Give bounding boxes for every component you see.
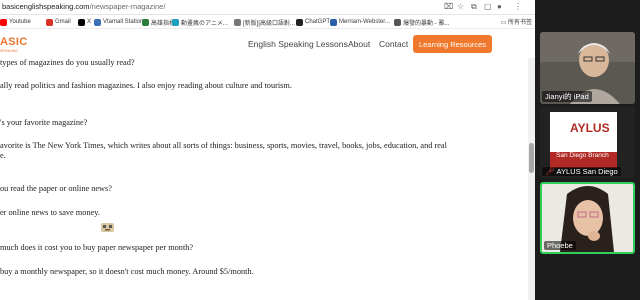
answer-line: ally read politics and fashion magazines… <box>0 81 292 90</box>
url-domain: basicenglishspeaking.com <box>2 2 90 11</box>
answer-line: buy a monthly newspaper, so it doesn't c… <box>0 267 254 276</box>
bookmark-label: X <box>87 19 92 25</box>
x-icon <box>78 18 85 26</box>
kaohsiung-icon <box>142 18 149 26</box>
bookmark-item[interactable]: 動畫瘋のアニメ... <box>172 17 228 27</box>
bookmarks-bar: Youtube Gmail X Vtamall Station 高雄指標 動畫瘋… <box>0 15 535 29</box>
answer-line: avorite is The New York Times, which wri… <box>0 141 447 150</box>
star-icon[interactable]: ☆ <box>457 2 464 12</box>
page-scrollbar[interactable] <box>528 58 535 300</box>
merriam-webster-icon <box>330 18 337 26</box>
bookmark-item[interactable]: ChatGPT <box>296 17 330 27</box>
participant-tile[interactable]: AYLUS San Diego Branch 🎤︎ AYLUS San Diego <box>540 106 635 178</box>
youtube-icon <box>0 18 7 26</box>
bookmark-label: [新版][高級口語對... <box>243 20 296 27</box>
emoji-icon <box>101 223 114 232</box>
bookmark-label: Vtamall Station <box>103 19 144 25</box>
bookmark-item[interactable]: Merriam-Webster... <box>330 17 390 27</box>
learning-resources-button[interactable]: Learning Resources <box>413 35 492 53</box>
bookmark-label: 爆發的暴動 - 雅... <box>403 20 450 27</box>
bookmark-item[interactable]: Gmail <box>46 17 71 27</box>
question-line: 's your favorite magazine? <box>0 118 88 127</box>
scrollbar-thumb[interactable] <box>529 143 534 173</box>
nav-english-speaking-lessons[interactable]: English Speaking Lessons <box>248 39 348 49</box>
bookmark-side-icon[interactable]: ▢ <box>484 2 492 12</box>
profile-icon[interactable]: ● <box>497 2 502 12</box>
translate-icon[interactable]: ⌧ <box>444 2 453 12</box>
answer-line: er online news to save money. <box>0 208 100 217</box>
extensions-icon[interactable]: ⧉ <box>471 2 477 12</box>
bookmark-label: Youtube <box>9 19 31 25</box>
doc-icon <box>234 18 241 26</box>
all-bookmarks-label: 所有书签 <box>507 20 532 26</box>
address-bar[interactable]: basicenglishspeaking.com/newspaper-magaz… <box>0 0 535 15</box>
all-bookmarks[interactable]: ▭ 所有书签 <box>501 17 532 26</box>
url-text[interactable]: basicenglishspeaking.com/newspaper-magaz… <box>2 2 165 11</box>
bookmark-item[interactable]: Vtamall Station <box>94 17 143 27</box>
video-call-panel: Jianyi的 iPad AYLUS San Diego Branch 🎤︎ AY… <box>535 0 640 300</box>
nav-contact[interactable]: Contact <box>379 39 408 49</box>
url-path: /newspaper-magazine/ <box>89 2 166 11</box>
muted-mic-icon: 🎤︎ <box>545 167 555 176</box>
bookmark-label: Merriam-Webster... <box>339 19 390 25</box>
site-logo[interactable]: ASIC <box>0 36 27 48</box>
bookmark-item[interactable]: [新版][高級口語對... <box>234 17 295 27</box>
nav-about[interactable]: About <box>348 39 370 49</box>
participant-tile-active[interactable]: Phoebe <box>540 182 635 254</box>
participant-name: Jianyi的 iPad <box>542 91 592 102</box>
folder-icon: ▭ <box>500 20 508 26</box>
bookmark-item[interactable]: Youtube <box>0 17 31 27</box>
question-line: ou read the paper or online news? <box>0 184 112 193</box>
bookmark-item[interactable]: 高雄指標 <box>142 17 175 27</box>
menu-icon[interactable]: ⋮ <box>514 2 522 12</box>
question-line: much does it cost you to buy paper newsp… <box>0 243 194 252</box>
chatgpt-icon <box>296 18 303 26</box>
aylus-logo-text: AYLUS <box>570 121 610 135</box>
answer-line: e. <box>0 151 6 160</box>
site-header: ASIC SPEAKING English Speaking Lessons A… <box>0 30 535 58</box>
vtamall-icon <box>94 18 101 26</box>
browser-window: basicenglishspeaking.com/newspaper-magaz… <box>0 0 535 300</box>
anime-icon <box>172 18 179 26</box>
question-line: types of magazines do you usually read? <box>0 58 135 67</box>
bookmark-item[interactable]: 爆發的暴動 - 雅... <box>394 17 449 27</box>
participant-tile[interactable]: Jianyi的 iPad <box>540 32 635 104</box>
gmail-icon <box>46 18 53 26</box>
news-icon <box>394 18 401 26</box>
article-content: types of magazines do you usually read? … <box>0 58 528 300</box>
aylus-branch-text: San Diego Branch <box>556 152 609 159</box>
site-logo-sub: SPEAKING <box>0 49 18 53</box>
bookmark-label: Gmail <box>55 19 71 25</box>
bookmark-label: ChatGPT <box>305 19 331 25</box>
participant-name-tag: 🎤︎ AYLUS San Diego <box>542 167 621 176</box>
bookmark-label: 動畫瘋のアニメ... <box>181 20 228 27</box>
participant-name: AYLUS San Diego <box>556 167 618 176</box>
participant-name: Phoebe <box>544 241 576 250</box>
bookmark-item[interactable]: X <box>78 17 91 27</box>
